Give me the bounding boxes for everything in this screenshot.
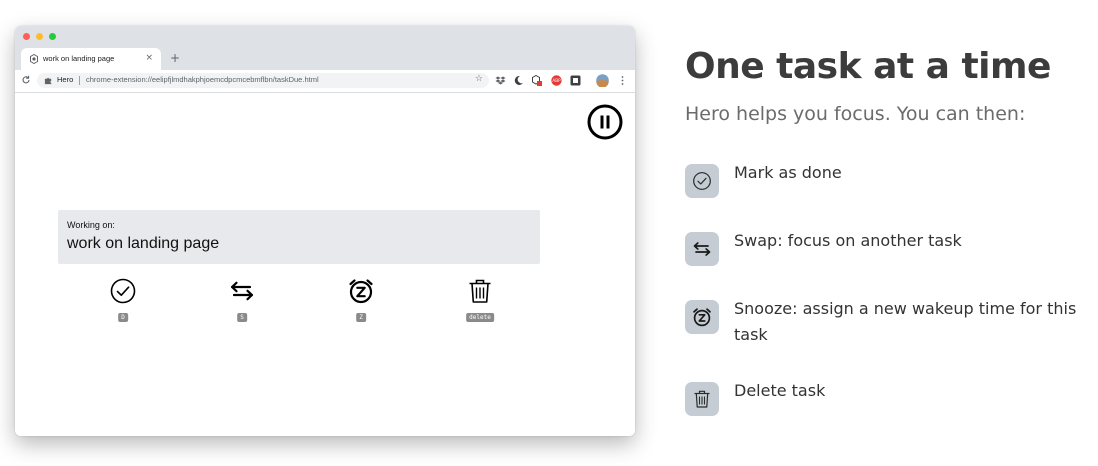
bookmark-star-icon[interactable]: ☆ (475, 74, 483, 84)
browser-window: work on landing page × + Hero chrome-ext… (15, 26, 635, 436)
check-circle-icon (110, 278, 136, 304)
feature-done-icon-tile (685, 164, 719, 198)
url-text: chrome-extension://eelipfjlmdhakphjoemcd… (86, 75, 319, 84)
tab-title: work on landing page (43, 54, 115, 63)
feature-delete-icon-tile (685, 382, 719, 416)
swap-arrows-icon (693, 242, 711, 256)
delete-button[interactable]: delete (450, 278, 510, 328)
trash-icon (694, 390, 710, 408)
snooze-button[interactable]: Z (331, 278, 391, 328)
swap-arrows-icon (230, 281, 254, 301)
done-shortcut-key: D (118, 313, 128, 322)
check-circle-icon (693, 172, 711, 190)
feature-delete-text: Delete task (734, 381, 826, 400)
feature-snooze-text: Snooze: assign a new wakeup time for thi… (734, 299, 1077, 344)
browser-tab[interactable]: work on landing page × (21, 48, 161, 70)
reload-icon[interactable] (21, 75, 31, 85)
omnibox-divider (79, 76, 80, 85)
minimize-window-button[interactable] (36, 33, 43, 40)
puzzle-piece-icon (44, 77, 52, 85)
swap-shortcut-key: S (237, 313, 247, 322)
page-subheading: Hero helps you focus. You can then: (685, 103, 1026, 125)
profile-avatar[interactable] (596, 74, 609, 87)
new-tab-button[interactable]: + (170, 51, 180, 65)
page: work on landing page × + Hero chrome-ext… (0, 0, 1098, 466)
swap-button[interactable]: S (212, 278, 272, 328)
extension-page: Working on: work on landing page D S Z d… (15, 93, 635, 436)
pause-button[interactable] (587, 104, 623, 140)
address-bar[interactable]: Hero chrome-extension://eelipfjlmdhakphj… (37, 73, 489, 88)
feature-swap-text: Swap: focus on another task (734, 231, 962, 250)
feature-snooze-icon-tile (685, 300, 719, 334)
extension-square-icon[interactable] (570, 75, 581, 86)
site-name: Hero (57, 75, 74, 84)
dropbox-icon[interactable] (495, 75, 506, 86)
current-task-name: work on landing page (67, 235, 220, 252)
svg-text:ABP: ABP (552, 78, 561, 83)
delete-shortcut-key: delete (466, 313, 494, 322)
more-menu-icon[interactable] (617, 75, 628, 86)
done-button[interactable]: D (93, 278, 153, 328)
adblock-icon[interactable]: ABP (551, 75, 562, 86)
alarm-snooze-icon (349, 279, 373, 304)
moon-icon[interactable] (513, 75, 524, 86)
trash-icon (469, 279, 491, 303)
feature-done-text: Mark as done (734, 163, 842, 182)
working-on-label: Working on: (67, 220, 115, 230)
alarm-snooze-icon (693, 308, 711, 327)
snooze-shortcut-key: Z (356, 313, 366, 322)
page-heading: One task at a time (685, 46, 1051, 87)
tab-close-icon[interactable]: × (145, 52, 153, 64)
hero-favicon-icon (30, 54, 38, 64)
current-task-card: Working on: work on landing page (58, 210, 540, 264)
feature-swap-icon-tile (685, 232, 719, 266)
browser-toolbar: Hero chrome-extension://eelipfjlmdhakphj… (15, 70, 635, 93)
maximize-window-button[interactable] (49, 33, 56, 40)
hero-extension-icon[interactable] (531, 75, 542, 86)
close-window-button[interactable] (23, 33, 30, 40)
browser-titlebar: work on landing page × + (15, 26, 635, 70)
